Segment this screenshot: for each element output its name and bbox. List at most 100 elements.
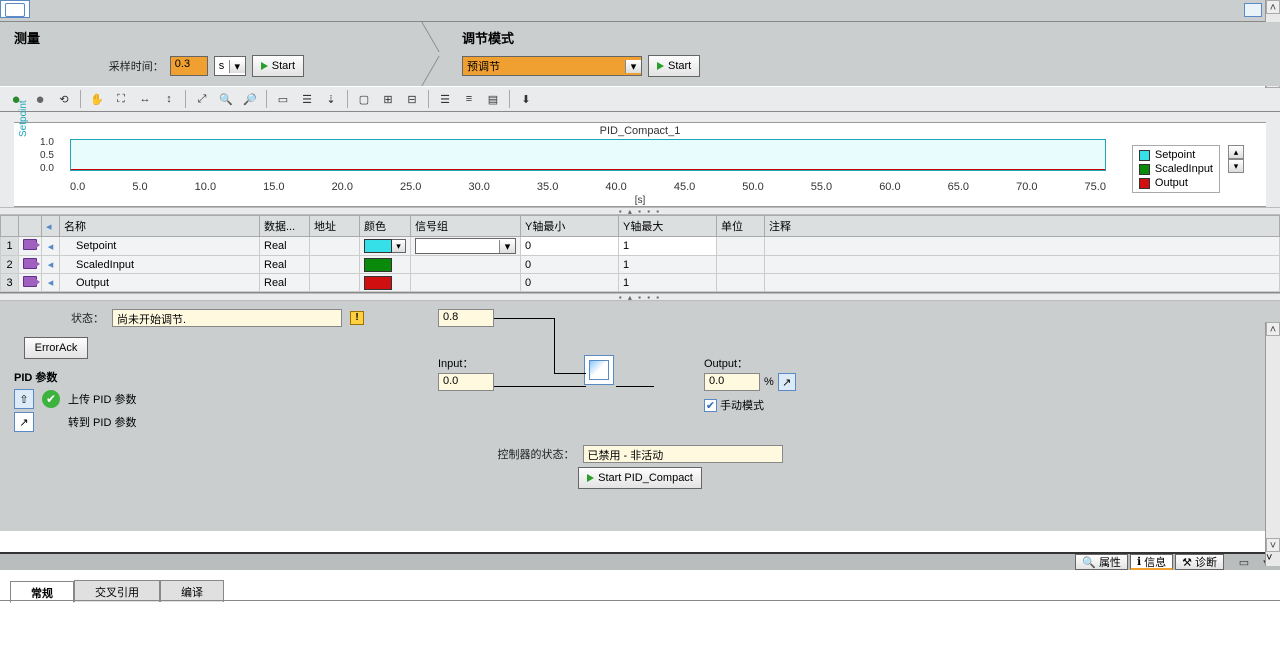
- phase2-title: 调节模式: [462, 28, 1266, 47]
- chevron-down-icon[interactable]: ▾: [229, 60, 245, 73]
- table-row[interactable]: 2◂ ScaledInputReal 01: [1, 256, 1280, 274]
- list3-icon[interactable]: ▤: [483, 89, 503, 109]
- manual-label: 手动模式: [720, 400, 764, 412]
- output-label: Output：: [704, 355, 796, 371]
- scrollbar-right-lower[interactable]: ˄ ˅: [1265, 322, 1280, 552]
- y-tick: 0.5: [40, 150, 54, 161]
- play-icon: [587, 474, 594, 482]
- zoom-out-icon[interactable]: 🔎: [240, 89, 260, 109]
- tab-info[interactable]: ℹ信息: [1130, 554, 1173, 570]
- controller-status-field: 已禁用 - 非活动: [583, 445, 783, 463]
- scroll-up-icon[interactable]: ˄: [1266, 322, 1280, 336]
- scroll-down-icon[interactable]: ˅: [1265, 552, 1280, 566]
- chevron-down-icon[interactable]: ▾: [392, 239, 406, 253]
- legend-swatch: [1139, 150, 1150, 161]
- tag-icon: [23, 276, 37, 287]
- window-toggle-icon[interactable]: [1244, 3, 1262, 17]
- errorack-button[interactable]: ErrorAck: [24, 337, 88, 359]
- chart-type2-icon[interactable]: ☰: [297, 89, 317, 109]
- phase-separator: [408, 22, 448, 86]
- chart-opt1-icon[interactable]: ▢: [354, 89, 374, 109]
- x-ticks: 0.05.010.015.020.025.030.035.040.045.050…: [70, 181, 1106, 193]
- signal-grid: ◂ 名称数据...地址颜色信号组Y轴最小Y轴最大单位注释 1◂ Setpoint…: [0, 215, 1280, 293]
- eye-icon: ◂: [48, 241, 54, 253]
- tag-icon: [23, 239, 37, 250]
- sample-time-label: 采样时间：: [109, 58, 164, 74]
- controller-status-row: 控制器的状态： 已禁用 - 非活动 Start PID_Compact: [0, 441, 1280, 493]
- tab-diagnostics[interactable]: ⚒诊断: [1175, 554, 1224, 570]
- list1-icon[interactable]: ☰: [435, 89, 455, 109]
- status-field: 尚未开始调节.: [112, 309, 342, 327]
- setpoint-field[interactable]: 0.8: [438, 309, 494, 327]
- plot-canvas[interactable]: [70, 139, 1106, 171]
- output-field[interactable]: 0.0: [704, 373, 760, 391]
- goto-pid-icon[interactable]: ↗: [14, 412, 34, 432]
- legend: Setpoint ScaledInput Output: [1132, 145, 1220, 193]
- sample-unit-select[interactable]: s▾: [214, 56, 246, 76]
- tab-xref[interactable]: 交叉引用: [74, 580, 160, 602]
- splitter[interactable]: ▪ ▴ ▪ ▪ ▪: [0, 293, 1280, 301]
- ok-icon: ✔: [42, 390, 60, 408]
- manual-checkbox[interactable]: ✔: [704, 399, 717, 412]
- table-row[interactable]: 1◂ SetpointReal ▾ ▾ 01: [1, 237, 1280, 256]
- window-icon: [0, 0, 30, 18]
- title-bar: [0, 0, 1280, 22]
- upload-pid-icon[interactable]: ⇧: [14, 389, 34, 409]
- chart-area: PID_Compact_1 Setpoint 1.0 0.5 0.0 0.05.…: [0, 112, 1280, 207]
- play-icon: [261, 62, 268, 70]
- scroll-down-icon[interactable]: ˅: [1266, 538, 1280, 552]
- x-axis-unit: [s]: [14, 195, 1266, 206]
- chevron-down-icon[interactable]: ▾: [499, 240, 515, 253]
- scroll-up-icon[interactable]: ˄: [1266, 0, 1280, 14]
- upload-pid-label[interactable]: 上传 PID 参数: [68, 391, 136, 407]
- chart-opt2-icon[interactable]: ⊞: [378, 89, 398, 109]
- input-label: Input：: [438, 355, 494, 371]
- color-swatch[interactable]: [364, 276, 392, 290]
- zoom-x-icon[interactable]: ↔: [135, 89, 155, 109]
- tab-compile[interactable]: 编译: [160, 580, 224, 602]
- table-row[interactable]: 3◂ OutputReal 01: [1, 274, 1280, 292]
- goto-pid-label[interactable]: 转到 PID 参数: [68, 414, 136, 430]
- pid-block-icon: [584, 355, 614, 385]
- play-icon: [657, 62, 664, 70]
- download-icon[interactable]: ⬇: [516, 89, 536, 109]
- controller-status-label: 控制器的状态：: [498, 446, 575, 462]
- zoom-fit-icon[interactable]: ⤢: [192, 89, 212, 109]
- tuning-start-button[interactable]: Start: [648, 55, 700, 77]
- splitter[interactable]: ▪ ▴ ▪ ▪ ▪: [0, 207, 1280, 215]
- export-icon[interactable]: ⇣: [321, 89, 341, 109]
- legend-swatch: [1139, 178, 1150, 189]
- zoom-y-icon[interactable]: ↕: [159, 89, 179, 109]
- y-axis-label: Setpoint: [18, 100, 29, 137]
- output-mode-icon[interactable]: ↗: [778, 373, 796, 391]
- chart-opt3-icon[interactable]: ⊟: [402, 89, 422, 109]
- zoom-in-icon[interactable]: 🔍: [216, 89, 236, 109]
- zoom-area-icon[interactable]: ⛶: [111, 89, 131, 109]
- spin-up-icon: ▴: [1228, 145, 1244, 159]
- chart-type1-icon[interactable]: ▭: [273, 89, 293, 109]
- sample-time-input[interactable]: 0.3: [170, 56, 208, 76]
- inspector-tabs: 🔍属性 ℹ信息 ⚒诊断 ▭ ▾: [0, 552, 1280, 570]
- link-icon[interactable]: ⟲: [54, 89, 74, 109]
- start-pid-button[interactable]: Start PID_Compact: [578, 467, 702, 489]
- remove-icon[interactable]: ●: [30, 89, 50, 109]
- color-swatch[interactable]: [364, 258, 392, 272]
- bottom-tabs: 常规 交叉引用 编译: [0, 580, 1280, 602]
- hand-icon[interactable]: ✋: [87, 89, 107, 109]
- chevron-down-icon[interactable]: ▾: [625, 60, 641, 73]
- color-swatch[interactable]: [364, 239, 392, 253]
- tag-icon: [23, 258, 37, 269]
- tuning-mode-select[interactable]: 预调节▾: [462, 56, 642, 76]
- input-field[interactable]: 0.0: [438, 373, 494, 391]
- tab-properties[interactable]: 🔍属性: [1075, 554, 1128, 570]
- list2-icon[interactable]: ≡: [459, 89, 479, 109]
- collapse-icon[interactable]: ▭: [1234, 552, 1254, 572]
- phase1-title: 测量: [14, 28, 394, 47]
- legend-swatch: [1139, 164, 1150, 175]
- chart-spinner[interactable]: ▴▾: [1228, 145, 1244, 173]
- status-label: 状态：: [14, 310, 104, 326]
- y-tick: 1.0: [40, 137, 54, 148]
- measure-start-button[interactable]: Start: [252, 55, 304, 77]
- lower-panel: 状态： 尚未开始调节. ! ErrorAck PID 参数 ⇧ ✔ 上传 PID…: [0, 301, 1280, 531]
- chart-title: PID_Compact_1: [14, 123, 1266, 139]
